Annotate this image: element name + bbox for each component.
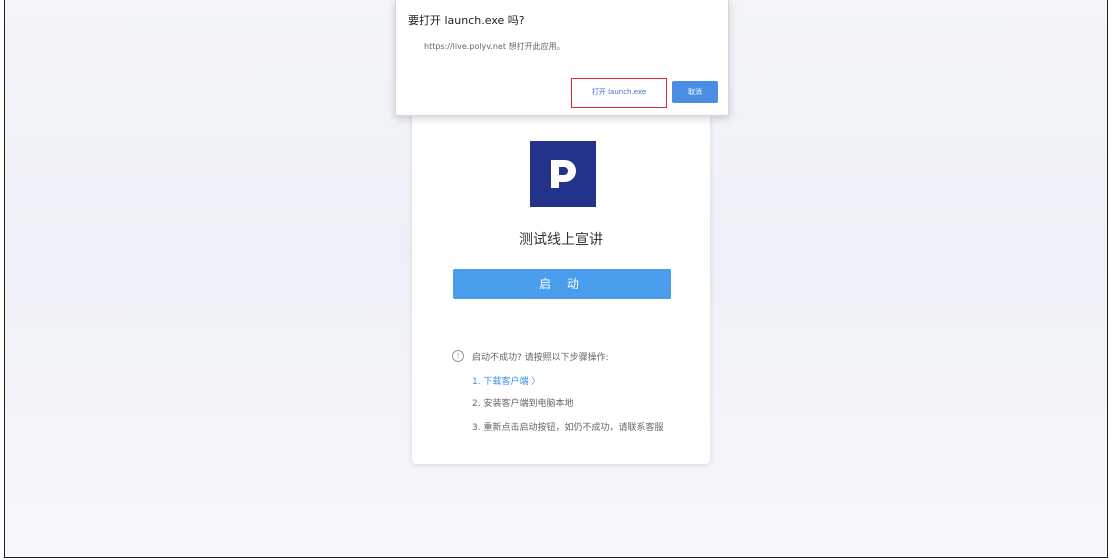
help-step-install: 2. 安装客户端到电脑本地 [472, 399, 574, 409]
browser-viewport: 测试线上宣讲 启 动 ! 启动不成功? 请按照以下步骤操作: 1. 下载客户端 … [4, 0, 1108, 558]
event-title: 测试线上宣讲 [519, 232, 603, 248]
dialog-message: https://live.polyv.net 想打开此应用。 [424, 42, 565, 51]
download-client-link[interactable]: 1. 下载客户端 〉 [472, 374, 540, 387]
polyv-logo-icon [530, 141, 596, 207]
cancel-button[interactable]: 取消 [672, 81, 718, 103]
info-circle-icon: ! [452, 350, 464, 362]
open-launch-exe-button[interactable]: 打开 launch.exe [571, 78, 667, 108]
dialog-title: 要打开 launch.exe 吗? [408, 14, 525, 27]
open-app-dialog: 要打开 launch.exe 吗? https://live.polyv.net… [395, 0, 729, 116]
launch-button[interactable]: 启 动 [453, 269, 671, 299]
help-step-retry: 3. 重新点击启动按钮，如仍不成功，请联系客服 [472, 423, 664, 433]
help-section: ! 启动不成功? 请按照以下步骤操作: [452, 348, 692, 364]
help-heading: 启动不成功? 请按照以下步骤操作: [472, 352, 609, 363]
